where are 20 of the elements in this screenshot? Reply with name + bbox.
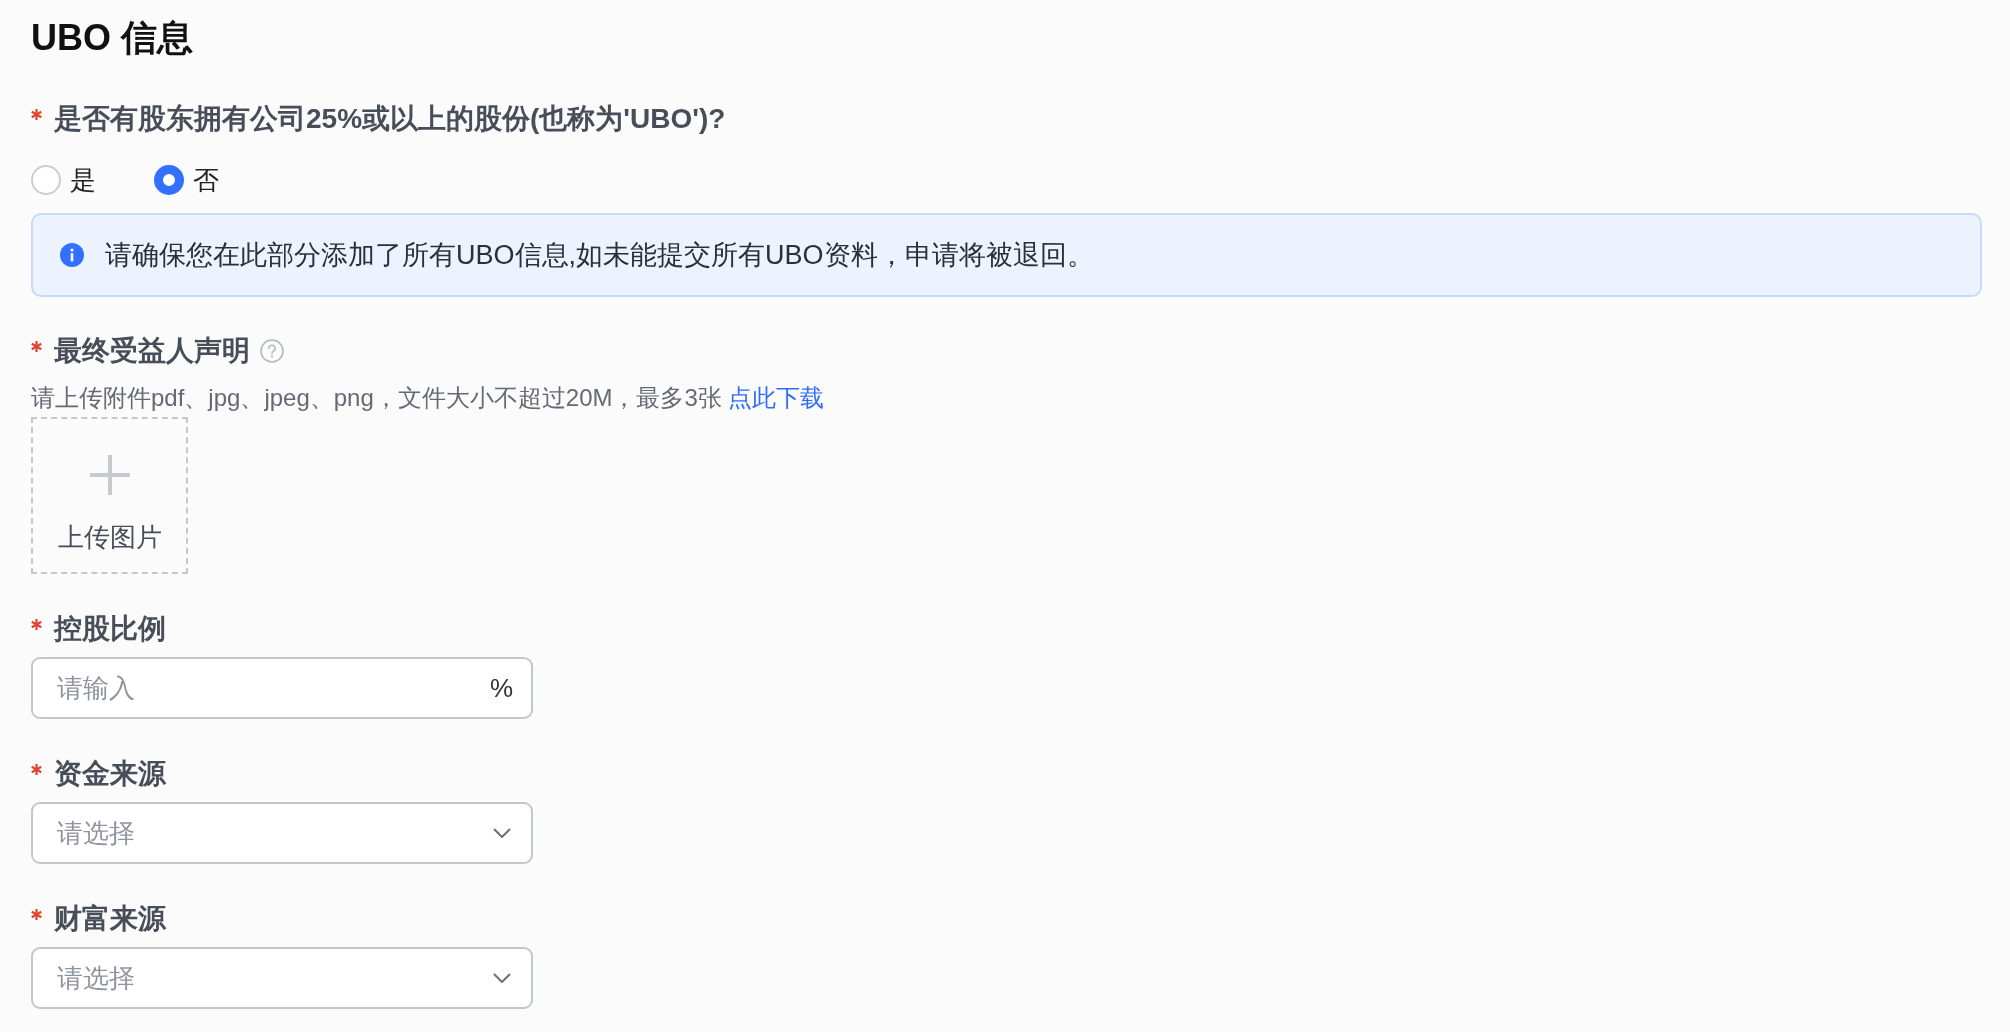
- chevron-down-icon: [493, 973, 511, 983]
- field-label: 控股比例: [54, 612, 166, 646]
- radio-label[interactable]: 是: [70, 163, 96, 197]
- plus-icon: [89, 455, 130, 495]
- field-label: 最终受益人声明: [54, 334, 250, 368]
- question-label: 是否有股东拥有公司25%或以上的股份(也称为'UBO')?: [54, 102, 726, 136]
- upload-button[interactable]: 上传图片: [31, 417, 188, 574]
- radio-button[interactable]: [154, 165, 184, 195]
- section-title: UBO 信息: [31, 20, 194, 56]
- chevron-down-icon: [493, 828, 511, 838]
- radio-button[interactable]: [31, 165, 61, 195]
- field-label: 财富来源: [54, 902, 166, 936]
- upload-hint: 请上传附件pdf、jpg、jpeg、png，文件大小不超过20M，最多3张 点此下载: [31, 383, 825, 413]
- field-label: 资金来源: [54, 757, 166, 791]
- alert-message: 请确保您在此部分添加了所有UBO信息,如未能提交所有UBO资料，申请将被退回。: [105, 239, 1094, 272]
- help-icon[interactable]: [260, 339, 284, 363]
- radio-label[interactable]: 否: [193, 163, 219, 197]
- info-icon: [60, 243, 84, 267]
- download-link[interactable]: 点此下载: [727, 384, 824, 411]
- unit-label: %: [489, 672, 513, 705]
